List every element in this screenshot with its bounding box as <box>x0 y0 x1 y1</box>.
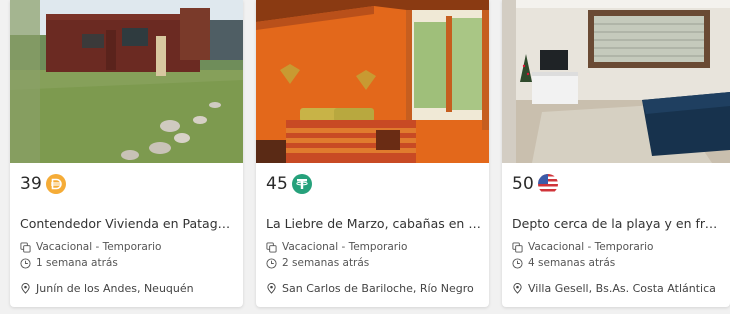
listing-card[interactable]: 45 La Liebre de Marzo, cabañas en el b..… <box>256 0 489 307</box>
price: 39 <box>20 174 43 194</box>
copy-icon <box>512 241 523 253</box>
listing-type-label: Vacacional - Temporario <box>36 241 162 253</box>
listing-location-label: Junín de los Andes, Neuquén <box>36 282 194 295</box>
clock-icon <box>512 257 523 269</box>
listing-location-label: San Carlos de Bariloche, Río Negro <box>282 282 474 295</box>
price-row: 45 <box>266 174 313 194</box>
location-pin-icon <box>512 283 523 294</box>
listing-type: Vacacional - Temporario <box>266 241 407 253</box>
listing-posted-label: 4 semanas atrás <box>528 257 616 269</box>
listing-location: Junín de los Andes, Neuquén <box>20 282 194 295</box>
listing-title[interactable]: Depto cerca de la playa y en frente ... <box>512 216 722 231</box>
price: 50 <box>512 174 535 194</box>
listing-location: Villa Gesell, Bs.As. Costa Atlántica <box>512 282 716 295</box>
listing-posted: 2 semanas atrás <box>266 257 369 269</box>
listing-location: San Carlos de Bariloche, Río Negro <box>266 282 474 295</box>
listing-photo[interactable] <box>502 0 730 163</box>
listing-posted: 1 semana atrás <box>20 257 118 269</box>
listing-type: Vacacional - Temporario <box>512 241 653 253</box>
listing-location-label: Villa Gesell, Bs.As. Costa Atlántica <box>528 282 716 295</box>
listing-type-label: Vacacional - Temporario <box>282 241 408 253</box>
listing-type: Vacacional - Temporario <box>20 241 161 253</box>
price-row: 39 <box>20 174 67 194</box>
location-pin-icon <box>20 283 31 294</box>
listing-card[interactable]: 39 Contendedor Vivienda en Patagonia Vac… <box>10 0 243 307</box>
copy-icon <box>20 241 31 253</box>
clock-icon <box>266 257 277 269</box>
copy-icon <box>266 241 277 253</box>
listing-posted-label: 2 semanas atrás <box>282 257 370 269</box>
listing-card[interactable]: 50 Depto cerca de la playa y en frente .… <box>502 0 730 307</box>
clock-icon <box>20 257 31 269</box>
listing-type-label: Vacacional - Temporario <box>528 241 654 253</box>
listing-photo[interactable] <box>256 0 489 163</box>
listing-title[interactable]: Contendedor Vivienda en Patagonia <box>20 216 235 231</box>
listing-posted-label: 1 semana atrás <box>36 257 118 269</box>
listing-title[interactable]: La Liebre de Marzo, cabañas en el b... <box>266 216 481 231</box>
listing-posted: 4 semanas atrás <box>512 257 615 269</box>
dai-coin-icon <box>46 174 67 194</box>
listing-photo[interactable] <box>10 0 243 163</box>
price: 45 <box>266 174 289 194</box>
tether-coin-icon <box>292 174 313 194</box>
usd-flag-icon <box>538 174 559 194</box>
location-pin-icon <box>266 283 277 294</box>
price-row: 50 <box>512 174 559 194</box>
